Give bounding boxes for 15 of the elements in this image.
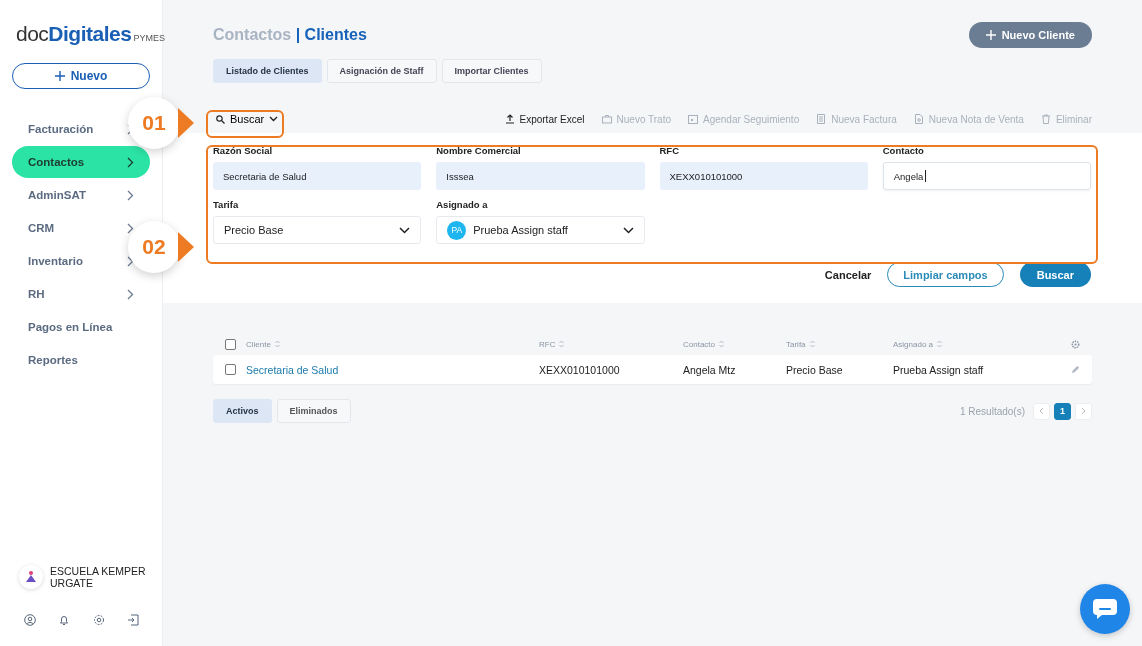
field-label: RFC bbox=[659, 145, 680, 156]
table-cell-text: Angela Mtz bbox=[683, 363, 737, 376]
table-cell-text: Prueba Assign staff bbox=[893, 363, 985, 376]
field-label: Tarifa bbox=[213, 199, 239, 210]
field-label: Asignado a bbox=[436, 199, 488, 210]
avatar-initials: PA bbox=[447, 220, 467, 240]
app-logo: docDigitales PYMES bbox=[16, 22, 165, 46]
table-cell-text: Precio Base bbox=[786, 363, 844, 376]
field-label: Razón Social bbox=[213, 145, 273, 156]
result-count: 1 Resultado(s) bbox=[959, 405, 1025, 417]
field-label: Contacto bbox=[882, 145, 924, 156]
table-cell-text: XEXX010101000 bbox=[539, 363, 621, 376]
page-title: Contactos | Clientes bbox=[213, 26, 367, 44]
field-label: Nombre Comercial bbox=[436, 145, 521, 156]
account-name: ESCUELA KEMPER URGATE bbox=[50, 564, 147, 590]
